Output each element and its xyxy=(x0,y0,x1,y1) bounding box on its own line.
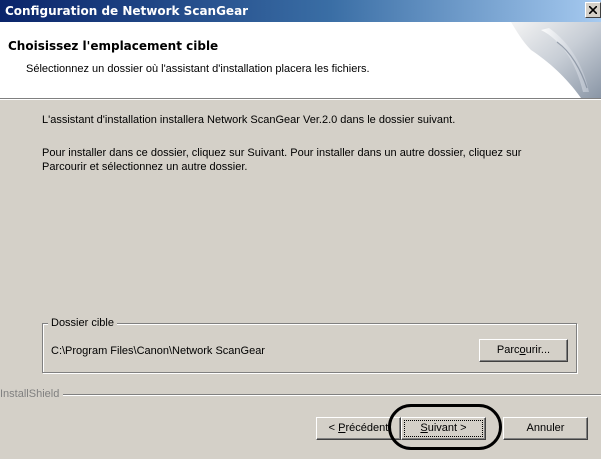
close-button[interactable] xyxy=(585,2,601,18)
close-icon xyxy=(589,6,597,14)
title-bar[interactable]: Configuration de Network ScanGear xyxy=(0,0,601,22)
installshield-brand: InstallShield xyxy=(0,387,64,401)
info-text-destination: L'assistant d'installation installera Ne… xyxy=(42,114,456,126)
header-graphic-icon xyxy=(511,22,601,98)
next-label-post: uivant > xyxy=(427,422,467,434)
window-title: Configuration de Network ScanGear xyxy=(5,4,249,18)
destination-path: C:\Program Files\Canon\Network ScanGear xyxy=(51,345,265,357)
page-subtitle: Sélectionnez un dossier où l'assistant d… xyxy=(26,63,370,75)
back-label-accel: P xyxy=(338,422,346,434)
header-panel: Choisissez l'emplacement cible Sélection… xyxy=(0,22,601,99)
back-button[interactable]: < Précédent xyxy=(316,417,401,440)
installer-window: Configuration de Network ScanGear Choisi… xyxy=(0,0,601,459)
back-label-post: récédent xyxy=(345,422,389,434)
header-separator xyxy=(0,99,601,100)
next-button[interactable]: Suivant > xyxy=(401,417,486,440)
destination-group-legend: Dossier cible xyxy=(48,316,117,330)
info-text-instructions: Pour installer dans ce dossier, cliquez … xyxy=(42,147,522,173)
browse-label-post: urir... xyxy=(525,344,551,356)
cancel-button[interactable]: Annuler xyxy=(503,417,588,440)
installshield-divider xyxy=(0,394,601,396)
next-label-accel: S xyxy=(420,422,428,434)
browse-button[interactable]: Parcourir... xyxy=(479,339,568,362)
browse-label-pre: Parc xyxy=(496,344,520,356)
back-label-pre: < xyxy=(328,422,339,434)
page-title: Choisissez l'emplacement cible xyxy=(8,39,219,53)
